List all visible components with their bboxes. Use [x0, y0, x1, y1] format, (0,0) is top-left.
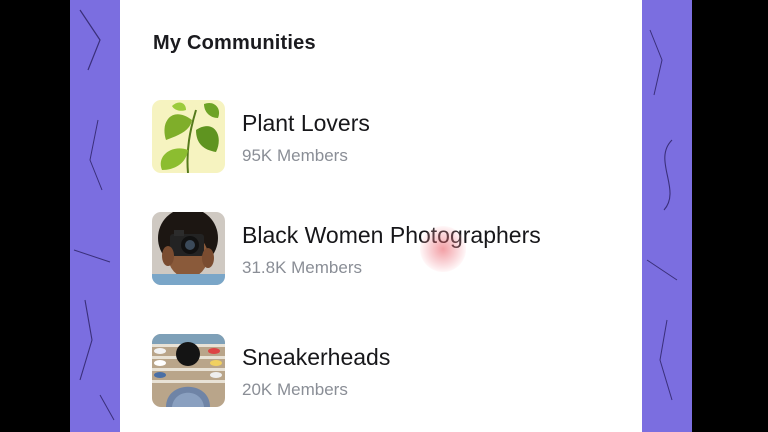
- community-name: Plant Lovers: [242, 110, 370, 136]
- letterbox-right: [692, 0, 768, 432]
- member-count: 20K Members: [242, 380, 348, 399]
- member-count: 31.8K Members: [242, 258, 362, 277]
- community-item-black-women-photographers[interactable]: Black Women Photographers 31.8K Members: [152, 212, 622, 288]
- community-item-sneakerheads[interactable]: Sneakerheads 20K Members: [152, 334, 622, 410]
- screen: My Communities Plant Lovers 95K Members: [0, 0, 768, 432]
- letterbox-left: [0, 0, 70, 432]
- member-count: 95K Members: [242, 146, 348, 165]
- plant-leaves-image: [152, 100, 225, 173]
- background-texture-left: [70, 0, 120, 432]
- sneaker-wall-image: [152, 334, 225, 407]
- photographer-camera-image: [152, 212, 225, 285]
- community-item-plant-lovers[interactable]: Plant Lovers 95K Members: [152, 100, 622, 176]
- section-title: My Communities: [153, 32, 316, 54]
- community-name: Sneakerheads: [242, 344, 391, 370]
- background-texture-right: [642, 0, 692, 432]
- communities-panel: My Communities Plant Lovers 95K Members: [120, 0, 642, 432]
- community-name: Black Women Photographers: [242, 222, 541, 248]
